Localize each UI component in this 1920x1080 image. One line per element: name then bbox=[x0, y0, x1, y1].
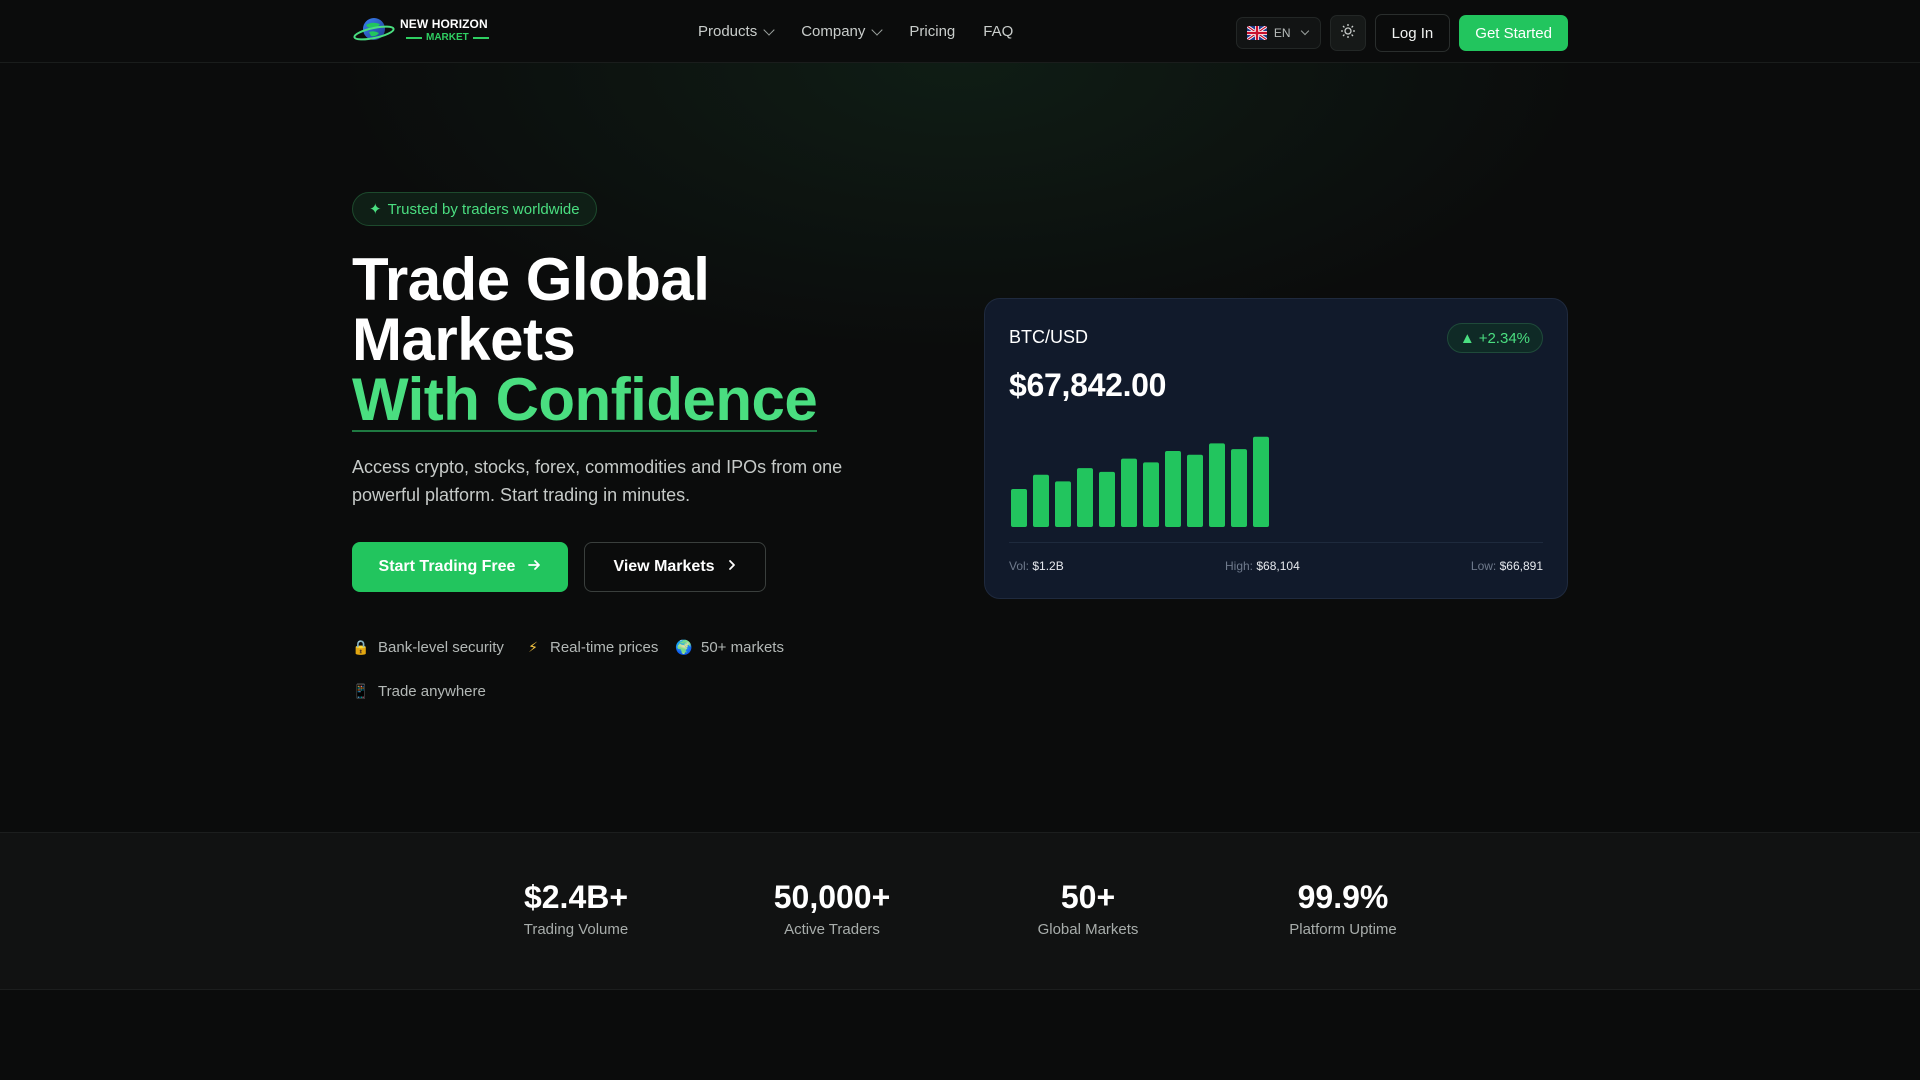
feature-markets: 🌍 50+ markets bbox=[675, 639, 784, 656]
ticker-price: $67,842.00 bbox=[1009, 367, 1167, 403]
language-code: EN bbox=[1273, 26, 1291, 40]
lightning-icon: ⚡ bbox=[528, 639, 538, 655]
feature-label: Real-time prices bbox=[550, 639, 659, 656]
hero-title-line1: Trade Global bbox=[352, 246, 710, 313]
uk-flag-icon bbox=[1246, 26, 1267, 40]
nav-item-pricing[interactable]: Pricing bbox=[909, 23, 955, 40]
ticker-high: High: $68,104 bbox=[1225, 559, 1300, 573]
stat-global-markets: 50+ Global Markets bbox=[978, 879, 1198, 938]
ticker-card: BTC/USD ▲ +2.34% $67,842.00 Vol: $1.2B H… bbox=[984, 298, 1568, 599]
hero-title-line2: Markets bbox=[352, 306, 576, 373]
view-markets-button[interactable]: View Markets bbox=[584, 542, 766, 592]
ticker-low-value: $66,891 bbox=[1499, 559, 1543, 573]
nav-item-company[interactable]: Company bbox=[801, 23, 884, 40]
sparkle-icon: ✦ bbox=[369, 201, 382, 218]
stat-value: 50,000+ bbox=[773, 879, 891, 915]
chart-bar-8 bbox=[1165, 451, 1181, 527]
stat-label: Trading Volume bbox=[523, 921, 629, 938]
chevron-down-icon bbox=[871, 23, 884, 36]
hero-title-highlight: With Confidence bbox=[352, 366, 818, 433]
chart-bar-3 bbox=[1055, 481, 1071, 527]
chevron-right-icon bbox=[727, 558, 737, 576]
feature-label: 50+ markets bbox=[701, 639, 784, 656]
nav-item-faq[interactable]: FAQ bbox=[983, 23, 1013, 40]
nav-item-products[interactable]: Products bbox=[698, 23, 775, 40]
main-menu: Products Company Pricing FAQ bbox=[698, 0, 1013, 63]
stat-label: Platform Uptime bbox=[1289, 921, 1397, 938]
stat-trading-volume: $2.4B+ Trading Volume bbox=[466, 879, 686, 938]
stat-value: 50+ bbox=[1060, 879, 1116, 915]
language-selector[interactable]: EN bbox=[1235, 17, 1321, 49]
ticker-pair: BTC/USD bbox=[1009, 327, 1089, 347]
stats-band: $2.4B+ Trading Volume 50,000+ Active Tra… bbox=[0, 832, 1920, 990]
chart-bar-2 bbox=[1033, 474, 1049, 527]
triangle-up-icon: ▲ bbox=[1459, 329, 1475, 347]
price-change-badge: ▲ +2.34% bbox=[1446, 323, 1543, 353]
theme-toggle-button[interactable] bbox=[1329, 15, 1366, 51]
ticker-low: Low: $66,891 bbox=[1470, 559, 1543, 573]
brand-logo[interactable]: NEW HORIZON MARKET bbox=[352, 13, 489, 47]
page: NEW HORIZON MARKET Products Company Pric… bbox=[0, 0, 1920, 1080]
trust-badge: ✦ Trusted by traders worldwide bbox=[352, 192, 597, 226]
chart-bar-4 bbox=[1077, 468, 1093, 527]
login-button[interactable]: Log In bbox=[1374, 14, 1451, 52]
price-bar-chart bbox=[1011, 436, 1269, 527]
lock-icon: 🔒 bbox=[352, 639, 370, 655]
start-trading-label: Start Trading Free bbox=[378, 558, 516, 575]
start-trading-button[interactable]: Start Trading Free bbox=[352, 542, 568, 592]
arrow-right-icon bbox=[527, 558, 541, 577]
brand-name-bottom: MARKET bbox=[406, 32, 489, 43]
chart-bar-11 bbox=[1231, 449, 1247, 527]
chart-bar-5 bbox=[1099, 471, 1115, 527]
card-divider bbox=[1009, 542, 1543, 543]
feature-anywhere: 📱 Trade anywhere bbox=[352, 683, 486, 700]
globe-logo-icon bbox=[352, 13, 396, 47]
stat-label: Active Traders bbox=[784, 921, 880, 938]
nav-item-label: Company bbox=[801, 23, 866, 40]
chart-bar-7 bbox=[1143, 462, 1159, 527]
brand-name-top: NEW HORIZON bbox=[400, 16, 488, 31]
ticker-volume-value: $1.2B bbox=[1032, 559, 1064, 573]
chevron-down-icon bbox=[1300, 26, 1309, 36]
phone-icon: 📱 bbox=[352, 683, 370, 699]
sun-icon bbox=[1340, 23, 1356, 44]
get-started-button[interactable]: Get Started bbox=[1459, 15, 1568, 51]
ticker-volume: Vol: $1.2B bbox=[1009, 559, 1064, 573]
nav-actions: EN Log In Get Started bbox=[1235, 14, 1568, 52]
stat-label: Global Markets bbox=[1037, 921, 1139, 938]
feature-label: Bank-level security bbox=[378, 639, 504, 656]
chart-bar-6 bbox=[1121, 458, 1137, 527]
chart-bar-1 bbox=[1011, 489, 1027, 527]
nav-item-label: Pricing bbox=[909, 23, 956, 40]
trust-badge-label: Trusted by traders worldwide bbox=[387, 200, 580, 218]
stat-value: 99.9% bbox=[1297, 879, 1389, 915]
hero-subtitle: Access crypto, stocks, forex, commoditie… bbox=[352, 457, 843, 505]
nav-item-label: FAQ bbox=[983, 23, 1014, 40]
top-nav: NEW HORIZON MARKET Products Company Pric… bbox=[0, 0, 1920, 63]
hero-title: Trade Global Markets bbox=[352, 246, 710, 373]
price-change-value: +2.34% bbox=[1478, 329, 1530, 347]
feature-security: 🔒 Bank-level security bbox=[352, 639, 504, 656]
ticker-high-value: $68,104 bbox=[1256, 559, 1300, 573]
view-markets-label: View Markets bbox=[613, 558, 715, 575]
nav-item-label: Products bbox=[698, 23, 758, 40]
stat-value: $2.4B+ bbox=[523, 879, 629, 915]
chevron-down-icon bbox=[763, 23, 775, 36]
feature-label: Trade anywhere bbox=[378, 683, 486, 700]
chart-bar-10 bbox=[1209, 443, 1225, 527]
stat-active-traders: 50,000+ Active Traders bbox=[722, 879, 942, 938]
globe-icon: 🌍 bbox=[675, 639, 693, 655]
chart-bar-12 bbox=[1253, 436, 1269, 527]
stat-platform-uptime: 99.9% Platform Uptime bbox=[1233, 879, 1453, 938]
feature-realtime: ⚡ Real-time prices bbox=[524, 639, 658, 656]
chart-bar-9 bbox=[1187, 454, 1203, 527]
